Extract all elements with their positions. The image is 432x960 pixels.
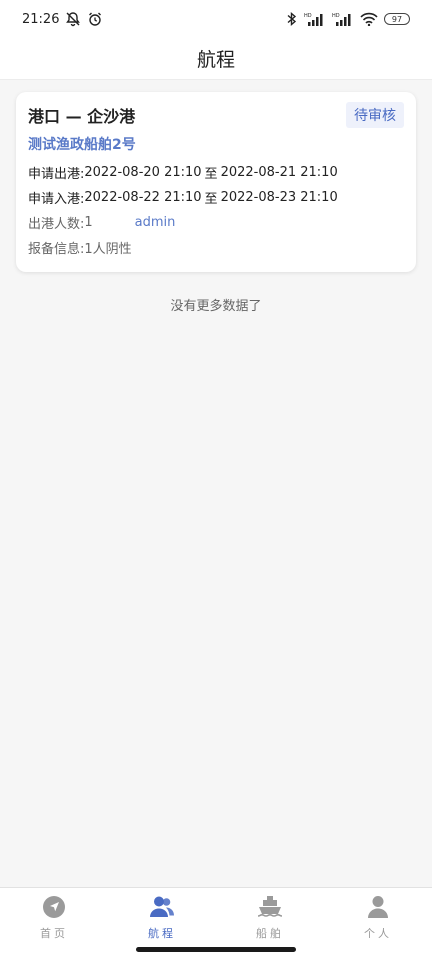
nav-bar: 航程 bbox=[0, 38, 432, 80]
svg-text:HD: HD bbox=[332, 13, 340, 19]
users-icon bbox=[149, 894, 175, 920]
applicant-user: admin bbox=[134, 214, 176, 230]
crew-count-value: 1 bbox=[84, 214, 93, 230]
crew-count-row: 出港人数: 1 admin bbox=[28, 214, 404, 232]
depart-end: 2022-08-21 21:10 bbox=[220, 164, 338, 180]
arrive-row: 申请入港: 2022-08-22 21:10 至 2022-08-23 21:1… bbox=[28, 189, 404, 207]
arrive-to: 至 bbox=[204, 191, 218, 207]
signal-hd-icon-2: HD bbox=[332, 12, 354, 26]
status-bar-left: 21:26 bbox=[22, 11, 103, 27]
list-end-text: 没有更多数据了 bbox=[170, 299, 262, 314]
status-time: 21:26 bbox=[22, 11, 60, 27]
person-icon bbox=[365, 894, 391, 920]
signal-hd-icon: HD bbox=[304, 12, 326, 26]
arrive-end: 2022-08-23 21:10 bbox=[220, 189, 338, 205]
report-value: 1人阴性 bbox=[84, 241, 132, 257]
tab-profile[interactable]: 个人 bbox=[324, 888, 432, 960]
notifications-off-icon bbox=[65, 11, 81, 27]
wifi-icon bbox=[360, 12, 378, 26]
alarm-clock-icon bbox=[87, 11, 103, 27]
depart-label: 申请出港: bbox=[28, 166, 85, 182]
home-indicator[interactable] bbox=[136, 947, 296, 952]
status-bar: 21:26 HD HD 97 bbox=[0, 0, 432, 38]
tab-home-label: 首页 bbox=[40, 927, 68, 940]
voyage-card[interactable]: 港口 — 企沙港 待审核 测试渔政船舶2号 申请出港: 2022-08-20 2… bbox=[16, 92, 416, 272]
battery-level: 97 bbox=[391, 14, 403, 24]
tab-ship-label: 船舶 bbox=[256, 927, 284, 940]
depart-to: 至 bbox=[204, 166, 218, 182]
arrive-start: 2022-08-22 21:10 bbox=[84, 189, 202, 205]
crew-count-label: 出港人数: bbox=[28, 216, 85, 232]
status-badge: 待审核 bbox=[346, 102, 404, 128]
svg-text:HD: HD bbox=[304, 13, 312, 19]
tab-profile-label: 个人 bbox=[364, 927, 392, 940]
tab-home[interactable]: 首页 bbox=[0, 888, 108, 960]
voyage-card-header: 港口 — 企沙港 待审核 bbox=[28, 102, 404, 128]
report-label: 报备信息: bbox=[28, 241, 85, 257]
arrive-label: 申请入港: bbox=[28, 191, 85, 207]
bluetooth-icon bbox=[286, 11, 298, 27]
status-bar-right: HD HD 97 bbox=[286, 11, 410, 27]
report-row: 报备信息: 1人阴性 bbox=[28, 240, 404, 257]
ship-icon bbox=[257, 894, 283, 920]
voyage-route: 港口 — 企沙港 bbox=[28, 107, 136, 126]
ship-name: 测试渔政船舶2号 bbox=[28, 137, 136, 153]
depart-start: 2022-08-20 21:10 bbox=[84, 164, 202, 180]
navigation-icon bbox=[41, 894, 67, 920]
tab-voyage-label: 航程 bbox=[148, 927, 176, 940]
page-title: 航程 bbox=[196, 49, 235, 71]
depart-row: 申请出港: 2022-08-20 21:10 至 2022-08-21 21:1… bbox=[28, 164, 404, 182]
battery-icon: 97 bbox=[384, 13, 410, 25]
